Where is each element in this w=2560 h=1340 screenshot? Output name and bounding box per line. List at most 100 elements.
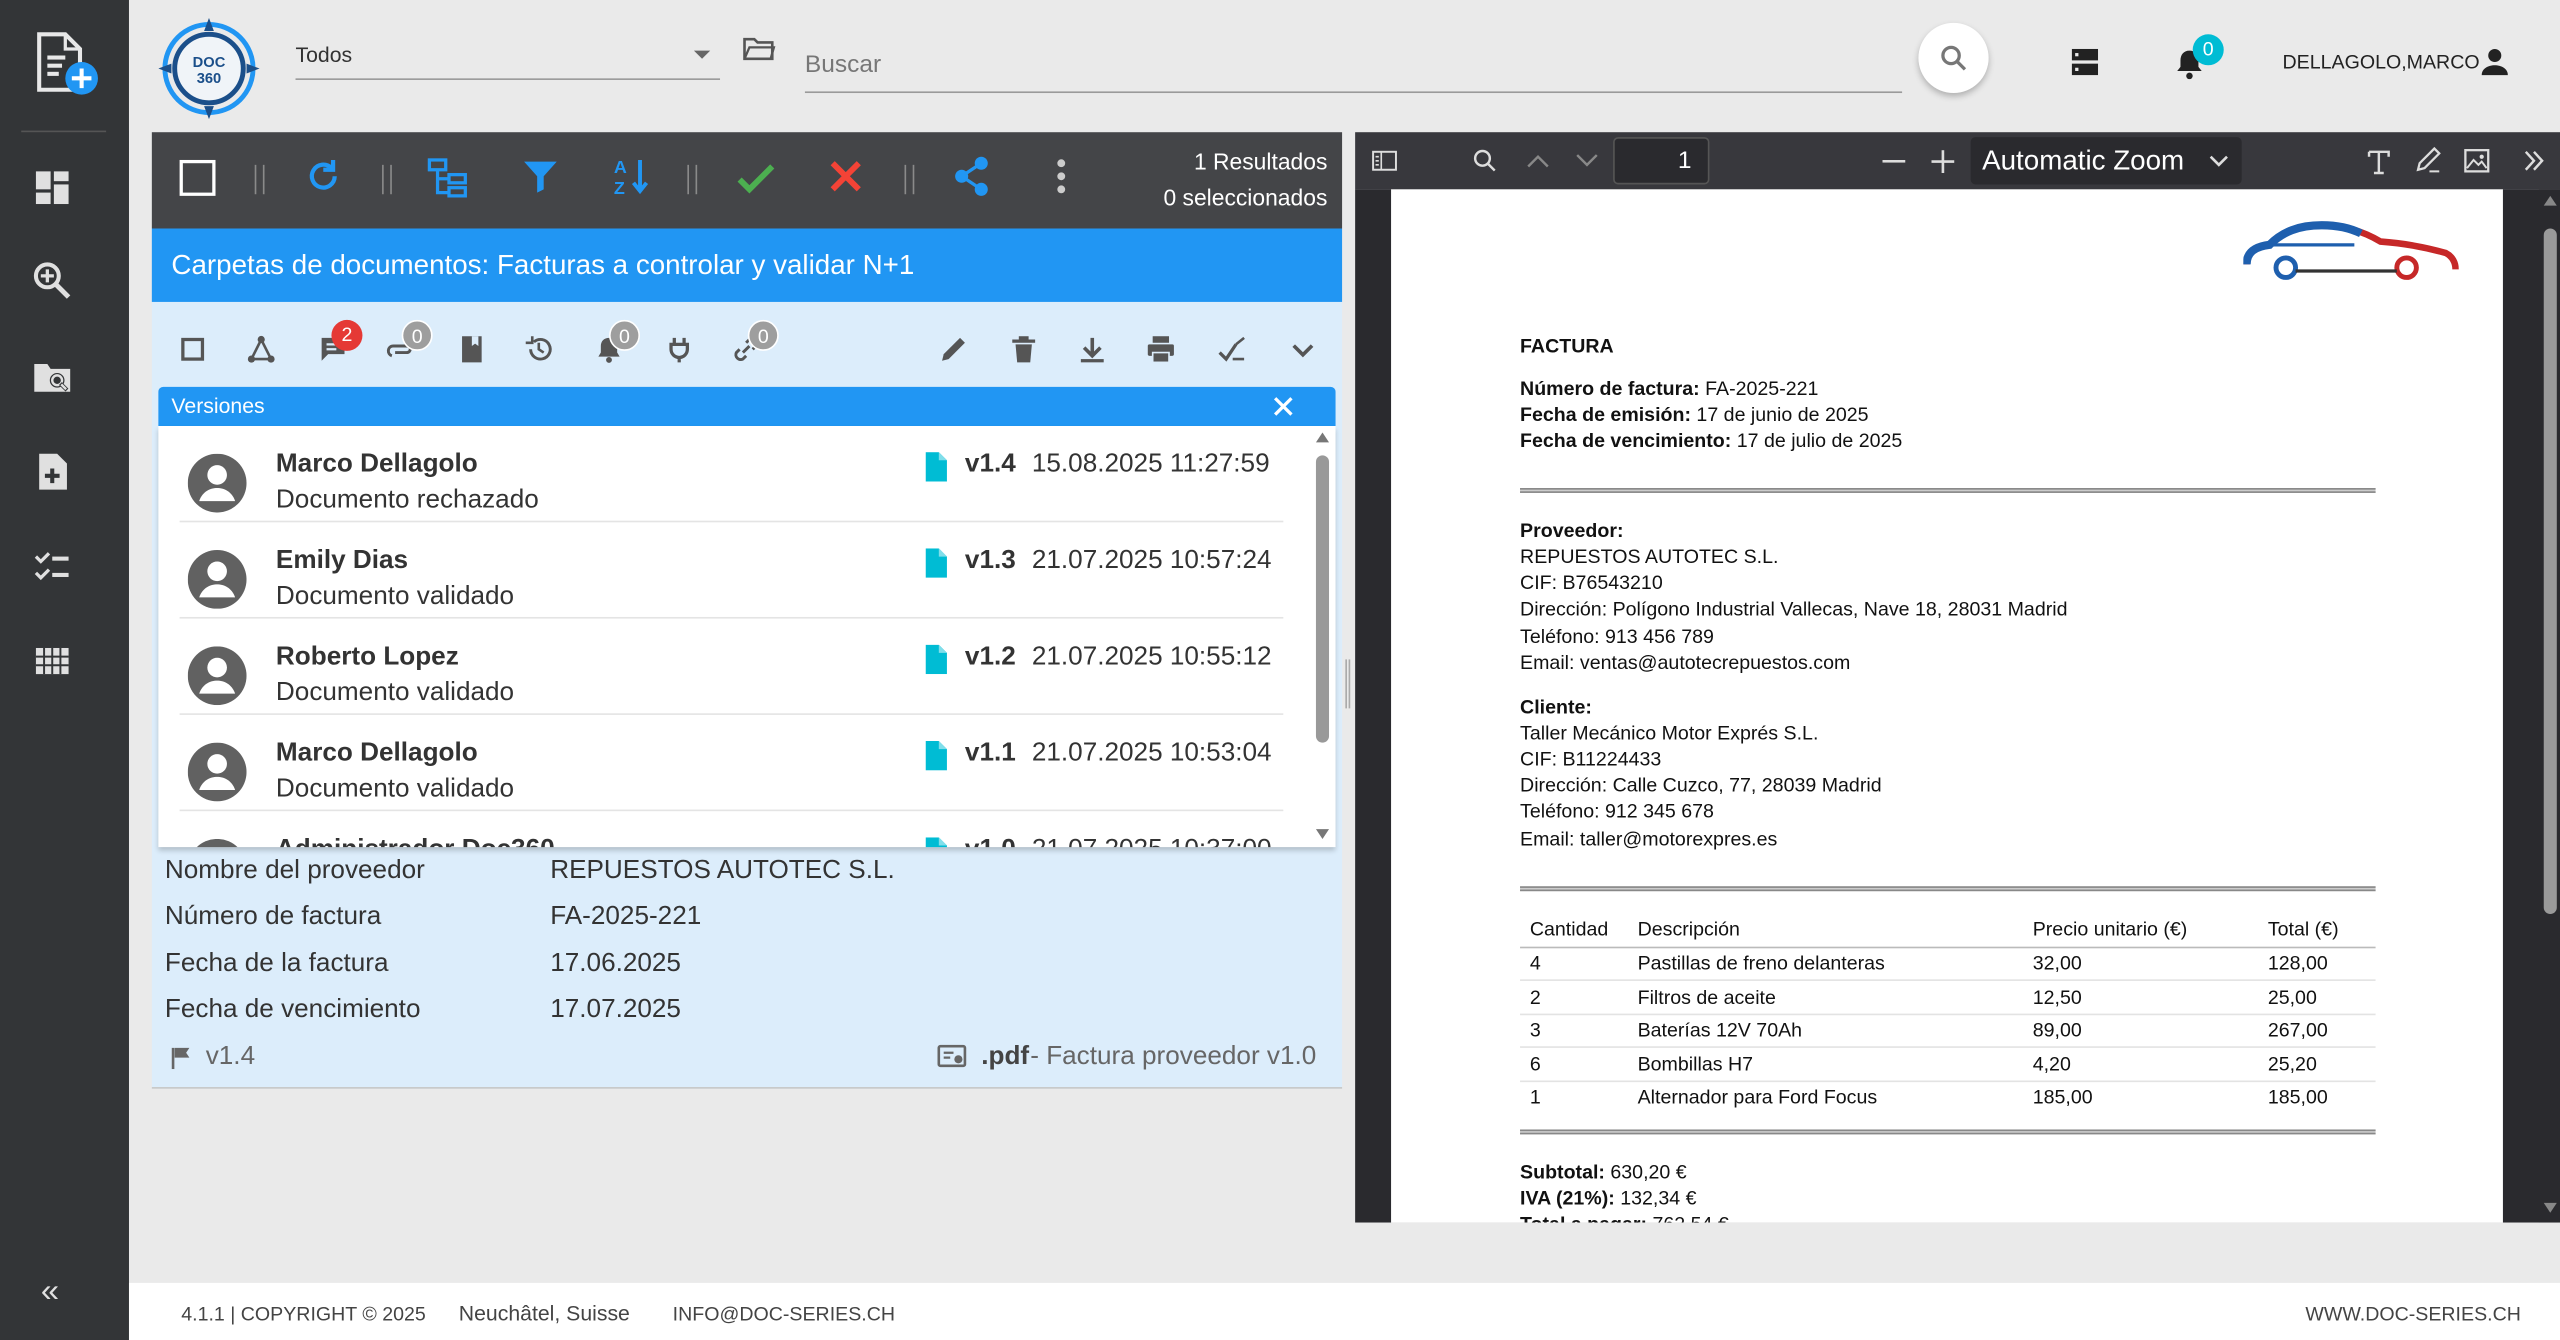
panel-splitter-handle[interactable] <box>1345 659 1351 709</box>
chevron-down-icon <box>2209 155 2228 167</box>
version-item[interactable]: Administrador Doc360 v1.0 21.07.2025 10:… <box>180 811 1284 848</box>
document-type-icon <box>937 1044 967 1068</box>
supplier-name: REPUESTOS AUTOTEC S.L. <box>1520 545 1779 569</box>
client-address: Dirección: Calle Cuzco, 77, 28039 Madrid <box>1520 773 1882 797</box>
delete-trash-icon[interactable] <box>1009 335 1038 364</box>
invoice-issue-date: 17 de junio de 2025 <box>1690 403 1869 427</box>
file-icon[interactable] <box>924 837 947 848</box>
plug-icon[interactable] <box>665 335 694 364</box>
sidebar-toggle-icon[interactable] <box>1371 150 1397 171</box>
edit-pencil-icon[interactable] <box>939 335 968 364</box>
new-document-icon[interactable] <box>29 28 101 100</box>
username[interactable]: DELLAGOLO,MARCO <box>2283 51 2480 74</box>
zoom-in-icon[interactable] <box>1931 150 1955 174</box>
folder-search-icon[interactable] <box>31 356 73 398</box>
version-date: 21.07.2025 10:55:12 <box>1031 643 1272 671</box>
next-page-icon[interactable] <box>1576 153 1599 168</box>
pdf-scrollbar-thumb[interactable] <box>2543 228 2557 915</box>
version-author: Marco Dellagolo <box>275 739 478 768</box>
footer-location: Neuchâtel, Suisse <box>458 1300 630 1326</box>
version-date: 21.07.2025 10:53:04 <box>1031 739 1272 768</box>
table-header: Cantidad <box>1529 917 1609 941</box>
zoom-select[interactable]: Automatic Zoom <box>1970 137 2242 185</box>
workflow-icon[interactable] <box>247 335 276 364</box>
add-document-icon[interactable] <box>31 450 73 492</box>
table-cell: 32,00 <box>2032 951 2082 975</box>
file-icon[interactable] <box>924 548 947 578</box>
tools-expand-icon[interactable] <box>2523 150 2546 171</box>
draw-pencil-icon[interactable] <box>2415 146 2441 173</box>
storage-view-icon[interactable] <box>2070 47 2099 76</box>
scroll-down-arrow-icon[interactable] <box>2543 1202 2557 1213</box>
versions-scrollbar[interactable] <box>1309 426 1336 848</box>
scroll-down-arrow-icon[interactable] <box>1315 829 1330 839</box>
doc360-logo[interactable]: DOC 360 <box>158 17 260 120</box>
sort-az-icon[interactable]: AZ <box>612 155 651 197</box>
table-row-rule <box>1520 1013 2376 1016</box>
file-icon[interactable] <box>924 452 947 482</box>
version-item[interactable]: Emily Dias Documento validado v1.3 21.07… <box>179 522 1284 619</box>
version-item[interactable]: Marco Dellagolo Documento rechazado v1.4… <box>179 426 1284 523</box>
file-icon[interactable] <box>924 741 947 771</box>
open-folder-icon[interactable] <box>743 36 776 62</box>
version-item[interactable]: Marco Dellagolo Documento validado v1.1 … <box>179 715 1284 812</box>
page-number-input[interactable]: 1 <box>1613 137 1710 185</box>
document-checkbox[interactable] <box>181 337 205 361</box>
version-item[interactable]: Roberto Lopez Documento validado v1.2 21… <box>179 619 1284 715</box>
pdf-toolbar: 1 Automatic Zoom <box>1355 132 2560 190</box>
history-icon[interactable] <box>524 335 553 364</box>
close-icon[interactable] <box>1273 397 1294 417</box>
table-cell: 6 <box>1529 1052 1541 1076</box>
grid-table-icon[interactable] <box>31 640 73 682</box>
expand-chevron-icon[interactable] <box>1288 335 1317 364</box>
supplier-address: Dirección: Polígono Industrial Vallecas,… <box>1520 597 2068 621</box>
add-image-icon[interactable] <box>2464 149 2490 173</box>
subtotal-value: 630,20 € <box>1604 1160 1687 1184</box>
footer-website-link[interactable]: WWW.DOC-SERIES.CH <box>2305 1302 2521 1325</box>
collapse-sidebar-icon[interactable]: « <box>41 1273 59 1311</box>
user-account-icon[interactable] <box>2480 47 2509 76</box>
invoice-number-line: Número de factura: FA-2025-221 <box>1520 375 1818 401</box>
share-icon[interactable] <box>952 155 991 197</box>
supplier-phone: Teléfono: 913 456 789 <box>1520 625 1714 648</box>
scroll-up-arrow-icon[interactable] <box>2543 195 2557 206</box>
print-icon[interactable] <box>1146 335 1175 364</box>
supplier-email: Email: ventas@autotecrepuestos.com <box>1520 651 1851 675</box>
table-cell: 4 <box>1529 951 1541 975</box>
version-status: Documento validado <box>275 582 515 611</box>
text-tool-icon[interactable] <box>2366 149 2392 175</box>
iva-label: IVA (21%): <box>1520 1186 1615 1210</box>
more-vertical-icon[interactable] <box>1055 158 1068 194</box>
invoice-due-label: Fecha de vencimiento: <box>1520 429 1732 453</box>
tree-structure-icon[interactable] <box>426 157 468 199</box>
select-all-checkbox[interactable] <box>179 159 216 196</box>
search-button[interactable] <box>1918 22 1989 94</box>
scrollbar-thumb[interactable] <box>1315 455 1330 743</box>
previous-page-icon[interactable] <box>1527 153 1550 168</box>
scroll-up-arrow-icon[interactable] <box>1315 432 1330 443</box>
reject-x-icon[interactable] <box>828 158 864 194</box>
refresh-icon[interactable] <box>304 157 343 196</box>
versions-header: Versiones <box>158 386 1336 427</box>
book-icon[interactable] <box>457 335 486 364</box>
search-placeholder: Buscar <box>804 50 882 79</box>
pdf-find-icon[interactable] <box>1473 149 1497 173</box>
sign-check-icon[interactable] <box>1216 335 1245 364</box>
user-avatar-icon <box>187 646 247 706</box>
zoom-search-icon[interactable] <box>31 260 73 302</box>
download-icon[interactable] <box>1078 335 1107 364</box>
search-input[interactable]: Buscar <box>804 44 1903 94</box>
filter-select[interactable]: Todos <box>295 36 721 80</box>
dashboard-icon[interactable] <box>31 166 73 208</box>
version-date: 21.07.2025 10:57:24 <box>1031 546 1272 575</box>
notification-count-badge: 0 <box>2192 34 2224 66</box>
zoom-out-icon[interactable] <box>1882 159 1906 163</box>
file-icon[interactable] <box>924 644 947 675</box>
filter-funnel-icon[interactable] <box>521 157 560 196</box>
checklist-icon[interactable] <box>31 545 73 587</box>
footer-email-link[interactable]: INFO@DOC-SERIES.CH <box>673 1302 895 1325</box>
pdf-scrollbar[interactable] <box>2538 189 2560 1223</box>
table-cell: 128,00 <box>2267 951 2328 975</box>
validate-check-icon[interactable] <box>735 157 777 199</box>
toolbar-separator <box>382 164 392 195</box>
